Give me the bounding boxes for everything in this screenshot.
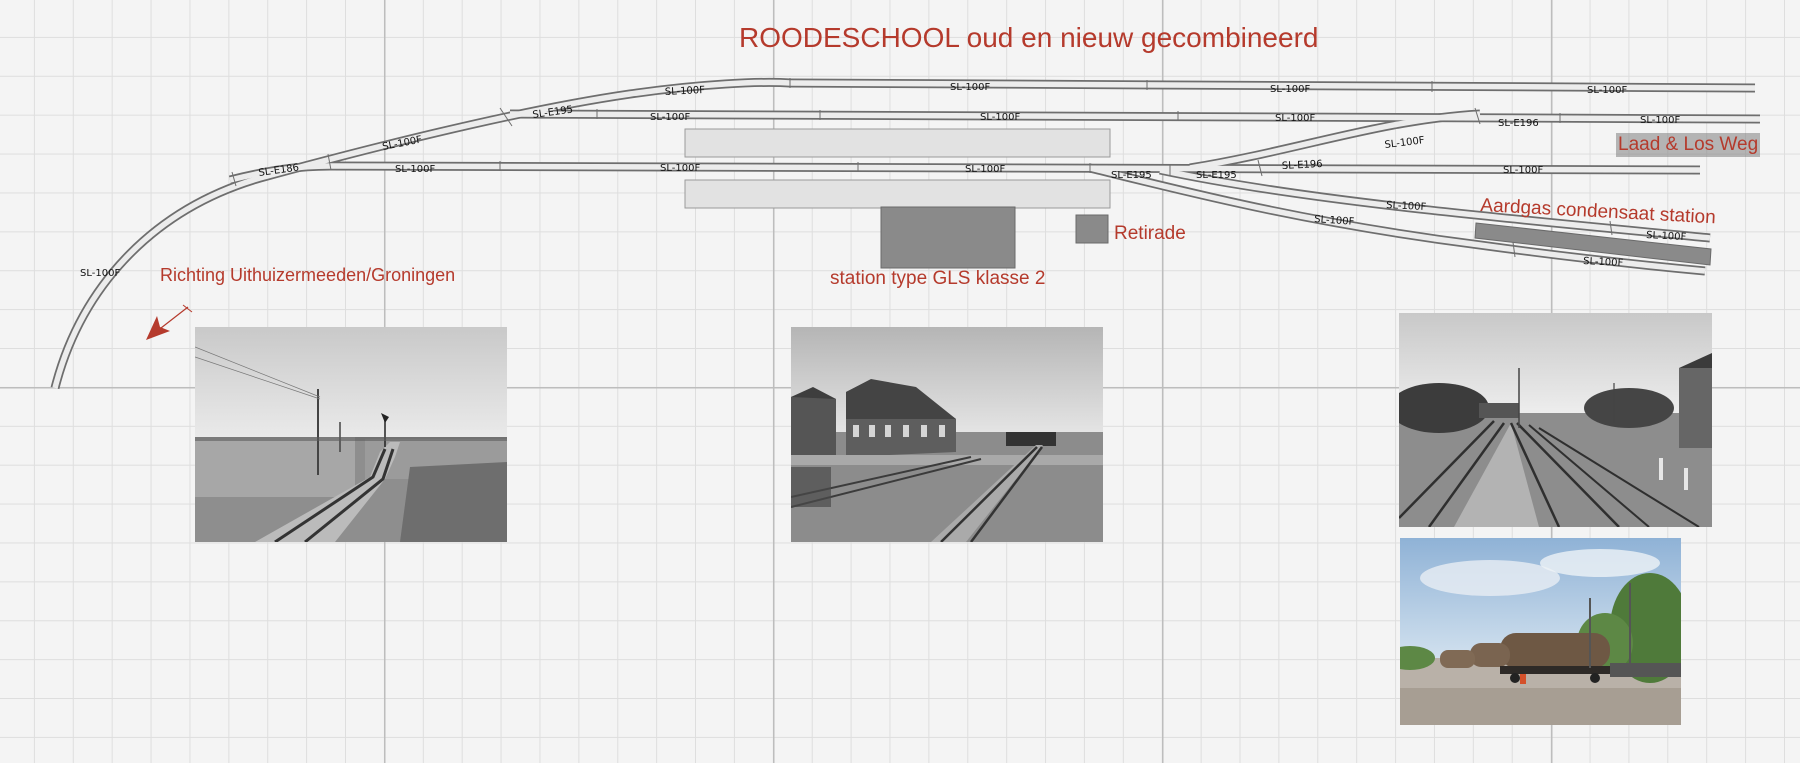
track-label: SL-100F	[395, 164, 435, 175]
photo-tank-wagons	[1400, 538, 1681, 725]
laad-los-label: Laad & Los Weg	[1616, 133, 1761, 157]
track-label: SL-100F	[1503, 165, 1543, 176]
track-label: SL-100F	[660, 163, 700, 174]
track-label: SL-100F	[950, 82, 990, 93]
track-label: SL-E196	[1282, 159, 1323, 172]
track-label: SL-100F	[1640, 115, 1680, 126]
track-label: SL-100F	[1275, 113, 1315, 124]
track-label: SL-100F	[1270, 84, 1310, 95]
track-label: SL-100F	[1587, 85, 1627, 96]
track-label: SL-100F	[1583, 256, 1624, 269]
track-label: SL-100F	[1384, 135, 1425, 151]
track-label: SL-100F	[980, 112, 1020, 123]
retirade-label: Retirade	[1114, 223, 1186, 244]
photo-station-buildings	[791, 327, 1103, 542]
photo-track-curve	[195, 327, 507, 542]
track-label: SL-100F	[1646, 230, 1687, 243]
retirade-building	[1075, 214, 1109, 244]
track-label: SL-100F	[80, 268, 120, 279]
station-label: station type GLS klasse 2	[830, 268, 1046, 289]
track-label: SL-100F	[965, 164, 1005, 175]
track-label: SL-E196	[1498, 118, 1539, 129]
page-title: ROODESCHOOL oud en nieuw gecombineerd	[739, 22, 1319, 53]
track-label: SL-100F	[1314, 214, 1355, 228]
track-label: SL-100F	[381, 134, 423, 153]
track-label: SL-100F	[1386, 200, 1427, 213]
platform-south	[684, 179, 1111, 209]
direction-label: Richting Uithuizermeeden/Groningen	[160, 265, 456, 285]
track-label: SL-100F	[650, 112, 690, 123]
track-label: SL-E195	[1111, 170, 1152, 181]
track-label: SL-E195	[1196, 170, 1237, 181]
platform-north	[684, 128, 1111, 158]
station-building	[880, 206, 1016, 269]
photo-yard-tracks	[1399, 313, 1712, 527]
arrow-icon	[146, 304, 193, 340]
track-label: SL-100F	[665, 85, 706, 98]
